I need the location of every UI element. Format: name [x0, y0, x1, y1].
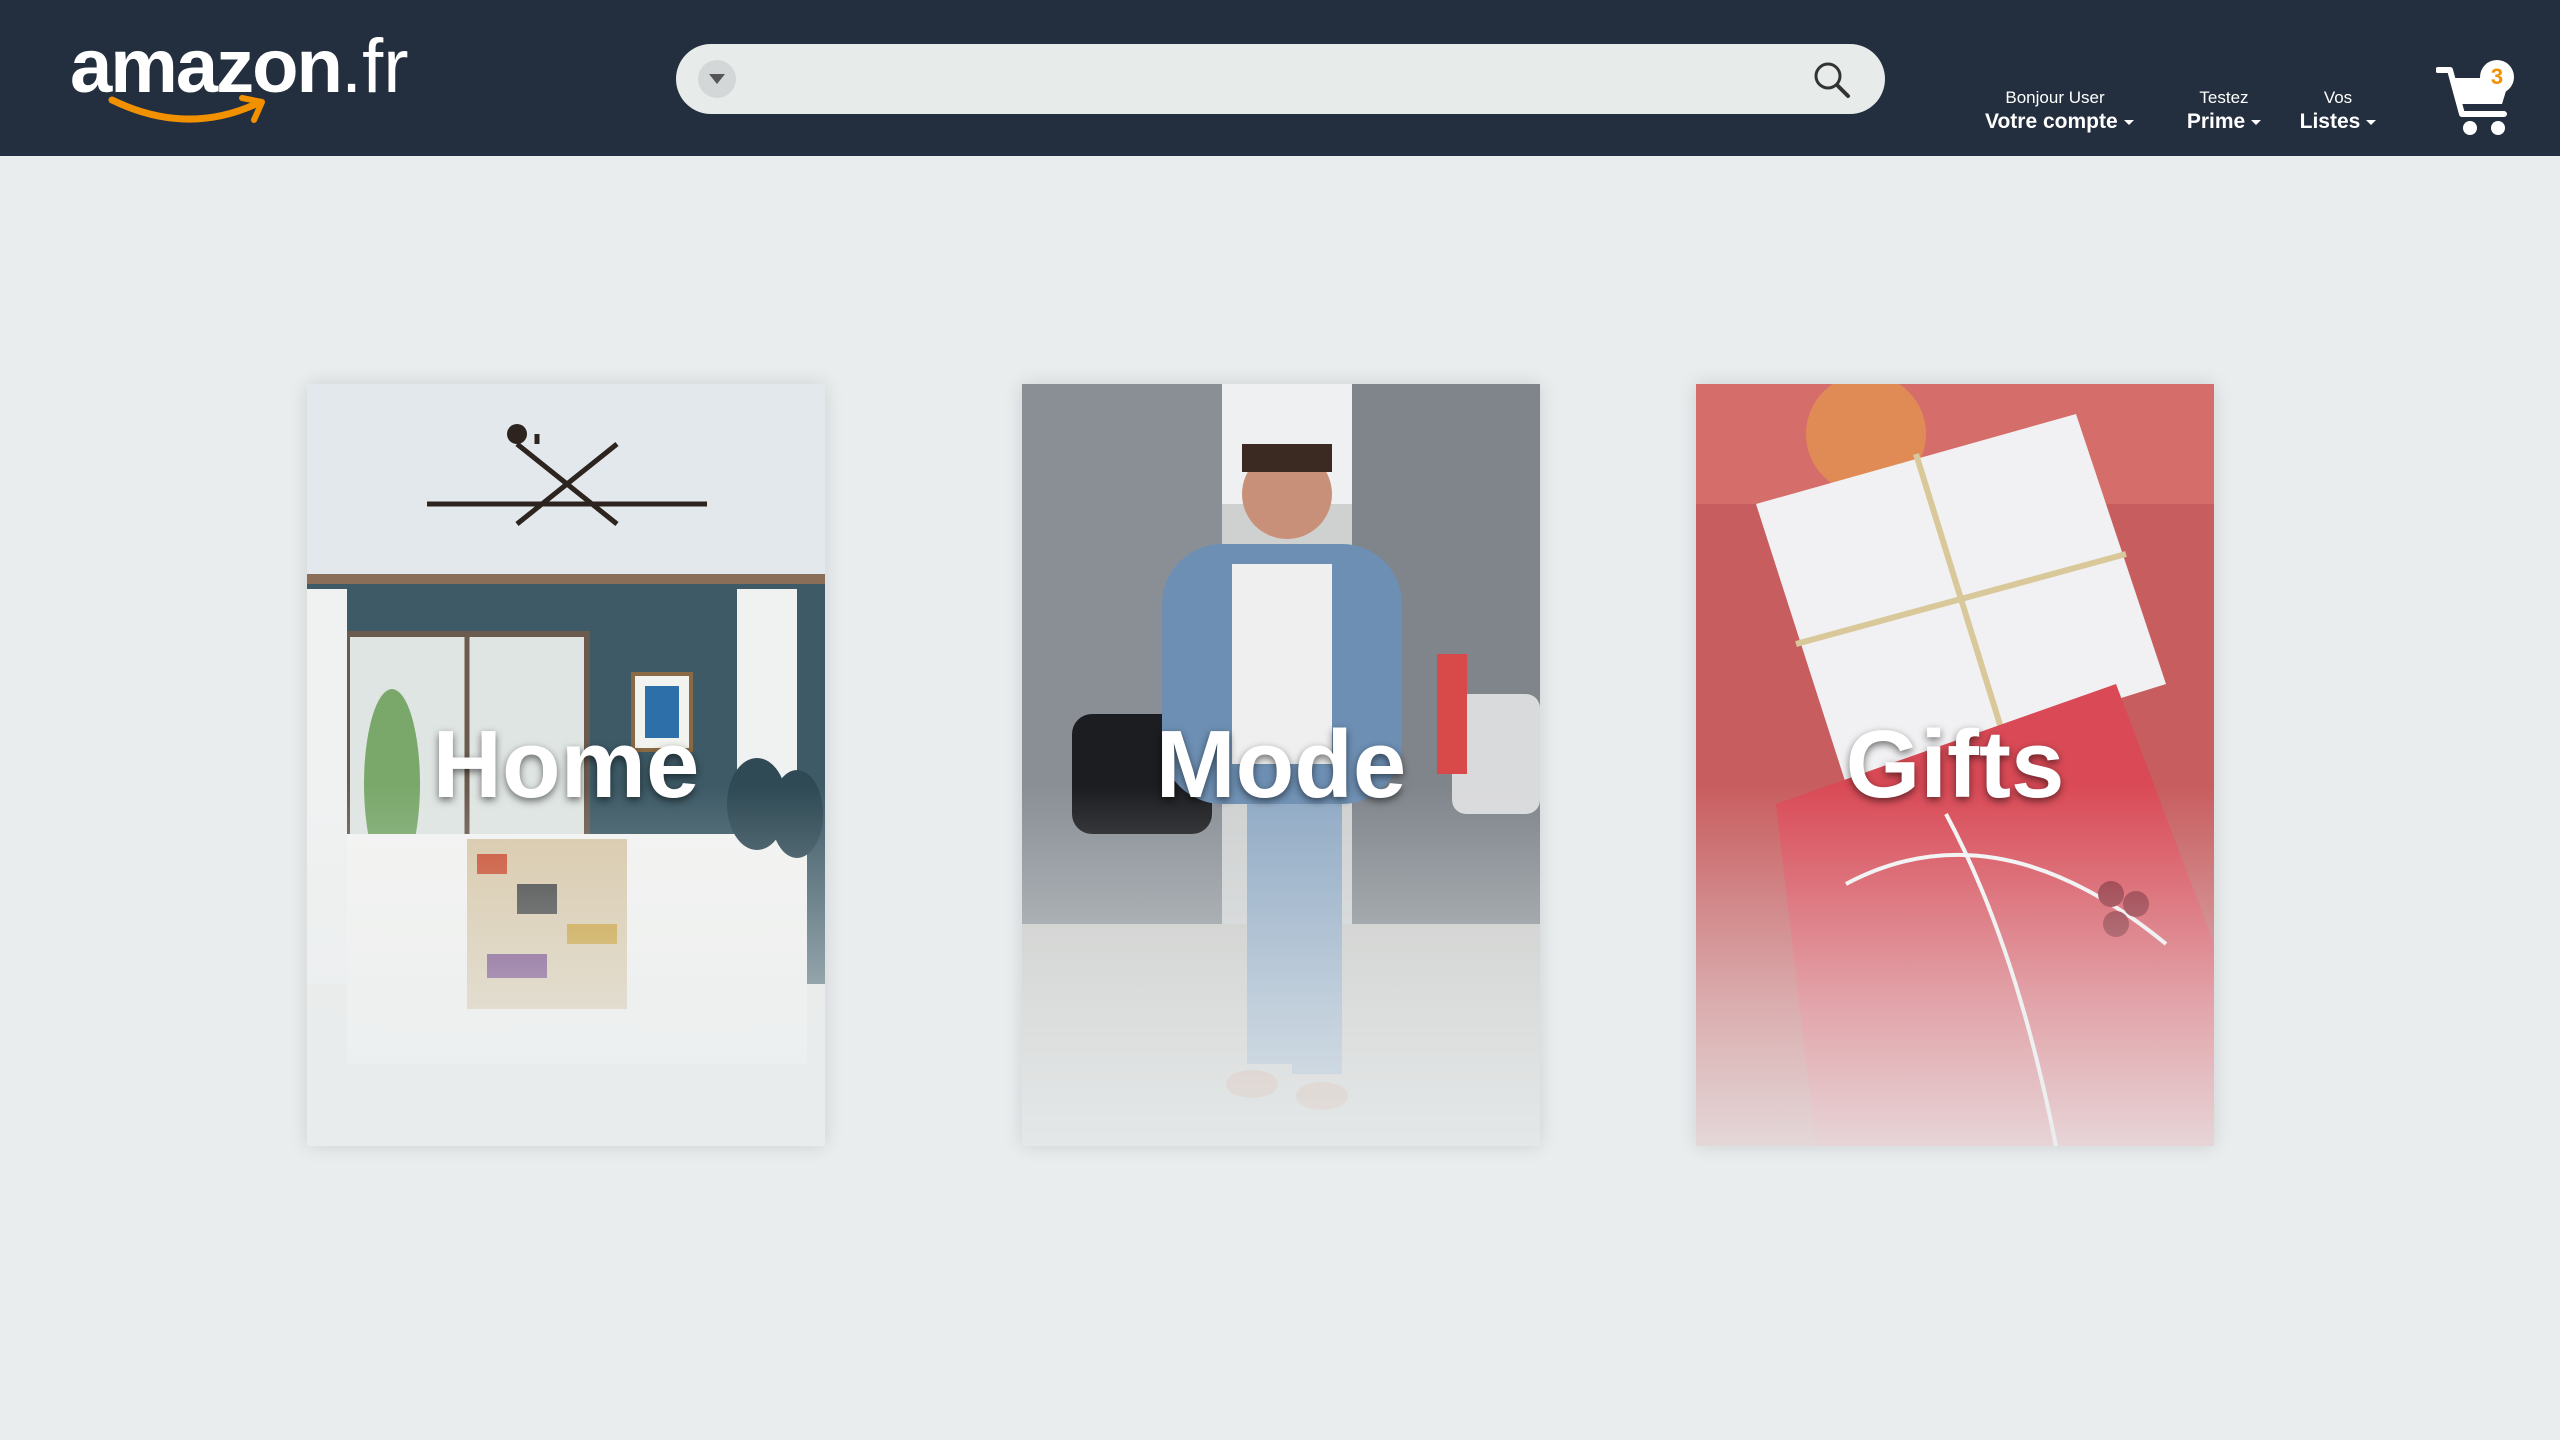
- smile-arrow-icon: [108, 95, 265, 123]
- category-card-home[interactable]: Home: [307, 384, 825, 1146]
- caret-down-icon: [2251, 119, 2262, 125]
- account-label: Votre compte: [1985, 110, 2118, 133]
- caret-down-icon: [2366, 119, 2377, 125]
- caret-down-icon: [709, 74, 725, 84]
- search-icon[interactable]: [1812, 60, 1852, 100]
- prime-teaser: Testez: [2199, 88, 2249, 107]
- account-greeting: Bonjour User: [2005, 88, 2105, 107]
- amazon-logo[interactable]: amazon.fr: [70, 22, 409, 132]
- search-input[interactable]: [754, 56, 1768, 104]
- lists-label: Listes: [2299, 110, 2361, 133]
- caret-down-icon: [2123, 119, 2134, 125]
- lists-teaser: Vos: [2323, 88, 2353, 107]
- category-card-mode[interactable]: Mode: [1022, 384, 1540, 1146]
- search-bar: [676, 44, 1885, 114]
- lists-menu[interactable]: Vos Listes: [2290, 88, 2386, 136]
- category-label-gifts: Gifts: [1845, 711, 2065, 818]
- prime-menu[interactable]: Testez Prime: [2178, 88, 2270, 136]
- category-card-gifts[interactable]: Gifts: [1696, 384, 2214, 1146]
- category-label-mode: Mode: [1155, 711, 1407, 818]
- category-label-home: Home: [432, 711, 700, 818]
- cart-count-badge: 3: [2480, 60, 2514, 94]
- account-menu[interactable]: Bonjour User Votre compte: [1985, 88, 2134, 136]
- search-category-dropdown[interactable]: [698, 60, 736, 98]
- prime-label: Prime: [2186, 110, 2246, 133]
- logo-tld-text: .fr: [340, 24, 409, 109]
- header-bar: amazon.fr Bonjour User Votre compte Test…: [0, 0, 2560, 156]
